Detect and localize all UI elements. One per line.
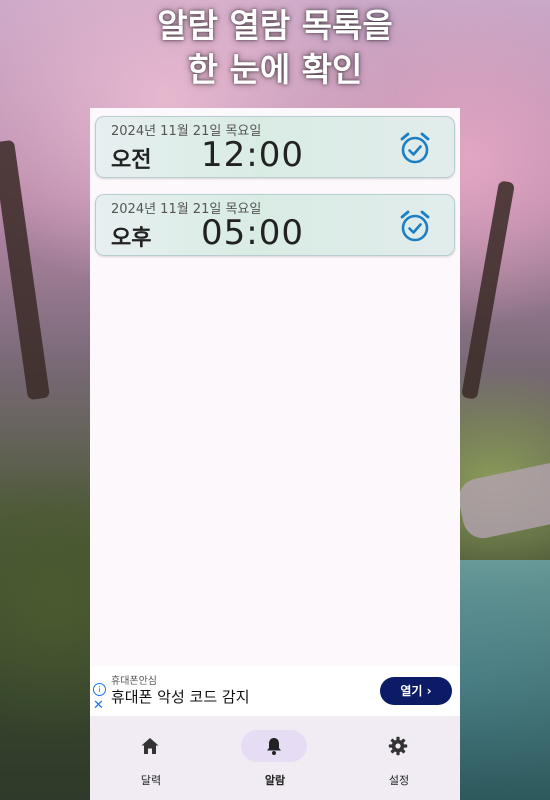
ad-close-icon[interactable]: ✕ [93, 698, 104, 713]
ad-open-button[interactable]: 열기 › [380, 677, 452, 705]
alarm-check-icon[interactable] [398, 209, 432, 243]
background-stream [460, 560, 550, 800]
app-screen: 2024년 11월 21일 목요일 오전 12:00 2024년 11월 21일… [90, 108, 460, 800]
alarm-card[interactable]: 2024년 11월 21일 목요일 오전 12:00 [95, 116, 455, 178]
ad-info-icon[interactable]: i [93, 683, 106, 696]
ad-title: 휴대폰 악성 코드 감지 [111, 688, 250, 706]
alarm-card[interactable]: 2024년 11월 21일 목요일 오후 05:00 [95, 194, 455, 256]
alarm-time: 12:00 [201, 135, 304, 175]
nav-label: 설정 [388, 774, 410, 787]
tree-trunk [0, 139, 50, 401]
nav-label: 알람 [264, 774, 286, 787]
bottom-navigation: 달력 알람 설정 [90, 716, 460, 800]
nav-item-alarm[interactable]: 알람 [214, 724, 336, 787]
tree-trunk [461, 180, 515, 400]
nav-label: 달력 [140, 774, 162, 787]
promo-headline: 알람 열람 목록을 한 눈에 확인 [0, 4, 550, 92]
ad-source: 휴대폰안심 [111, 676, 157, 687]
headline-line-1: 알람 열람 목록을 [157, 6, 393, 45]
alarm-check-icon[interactable] [398, 131, 432, 165]
background-path [455, 458, 550, 542]
home-icon [141, 738, 159, 754]
alarm-ampm: 오전 [111, 148, 152, 173]
alarm-time: 05:00 [201, 213, 304, 253]
bell-icon [267, 738, 281, 755]
nav-item-calendar[interactable]: 달력 [90, 724, 212, 787]
ad-banner[interactable]: i ✕ 휴대폰안심 휴대폰 악성 코드 감지 열기 › [90, 666, 460, 716]
headline-line-2: 한 눈에 확인 [187, 50, 363, 89]
alarm-ampm: 오후 [111, 226, 152, 251]
nav-item-settings[interactable]: 설정 [338, 724, 460, 787]
gear-icon [388, 736, 408, 756]
